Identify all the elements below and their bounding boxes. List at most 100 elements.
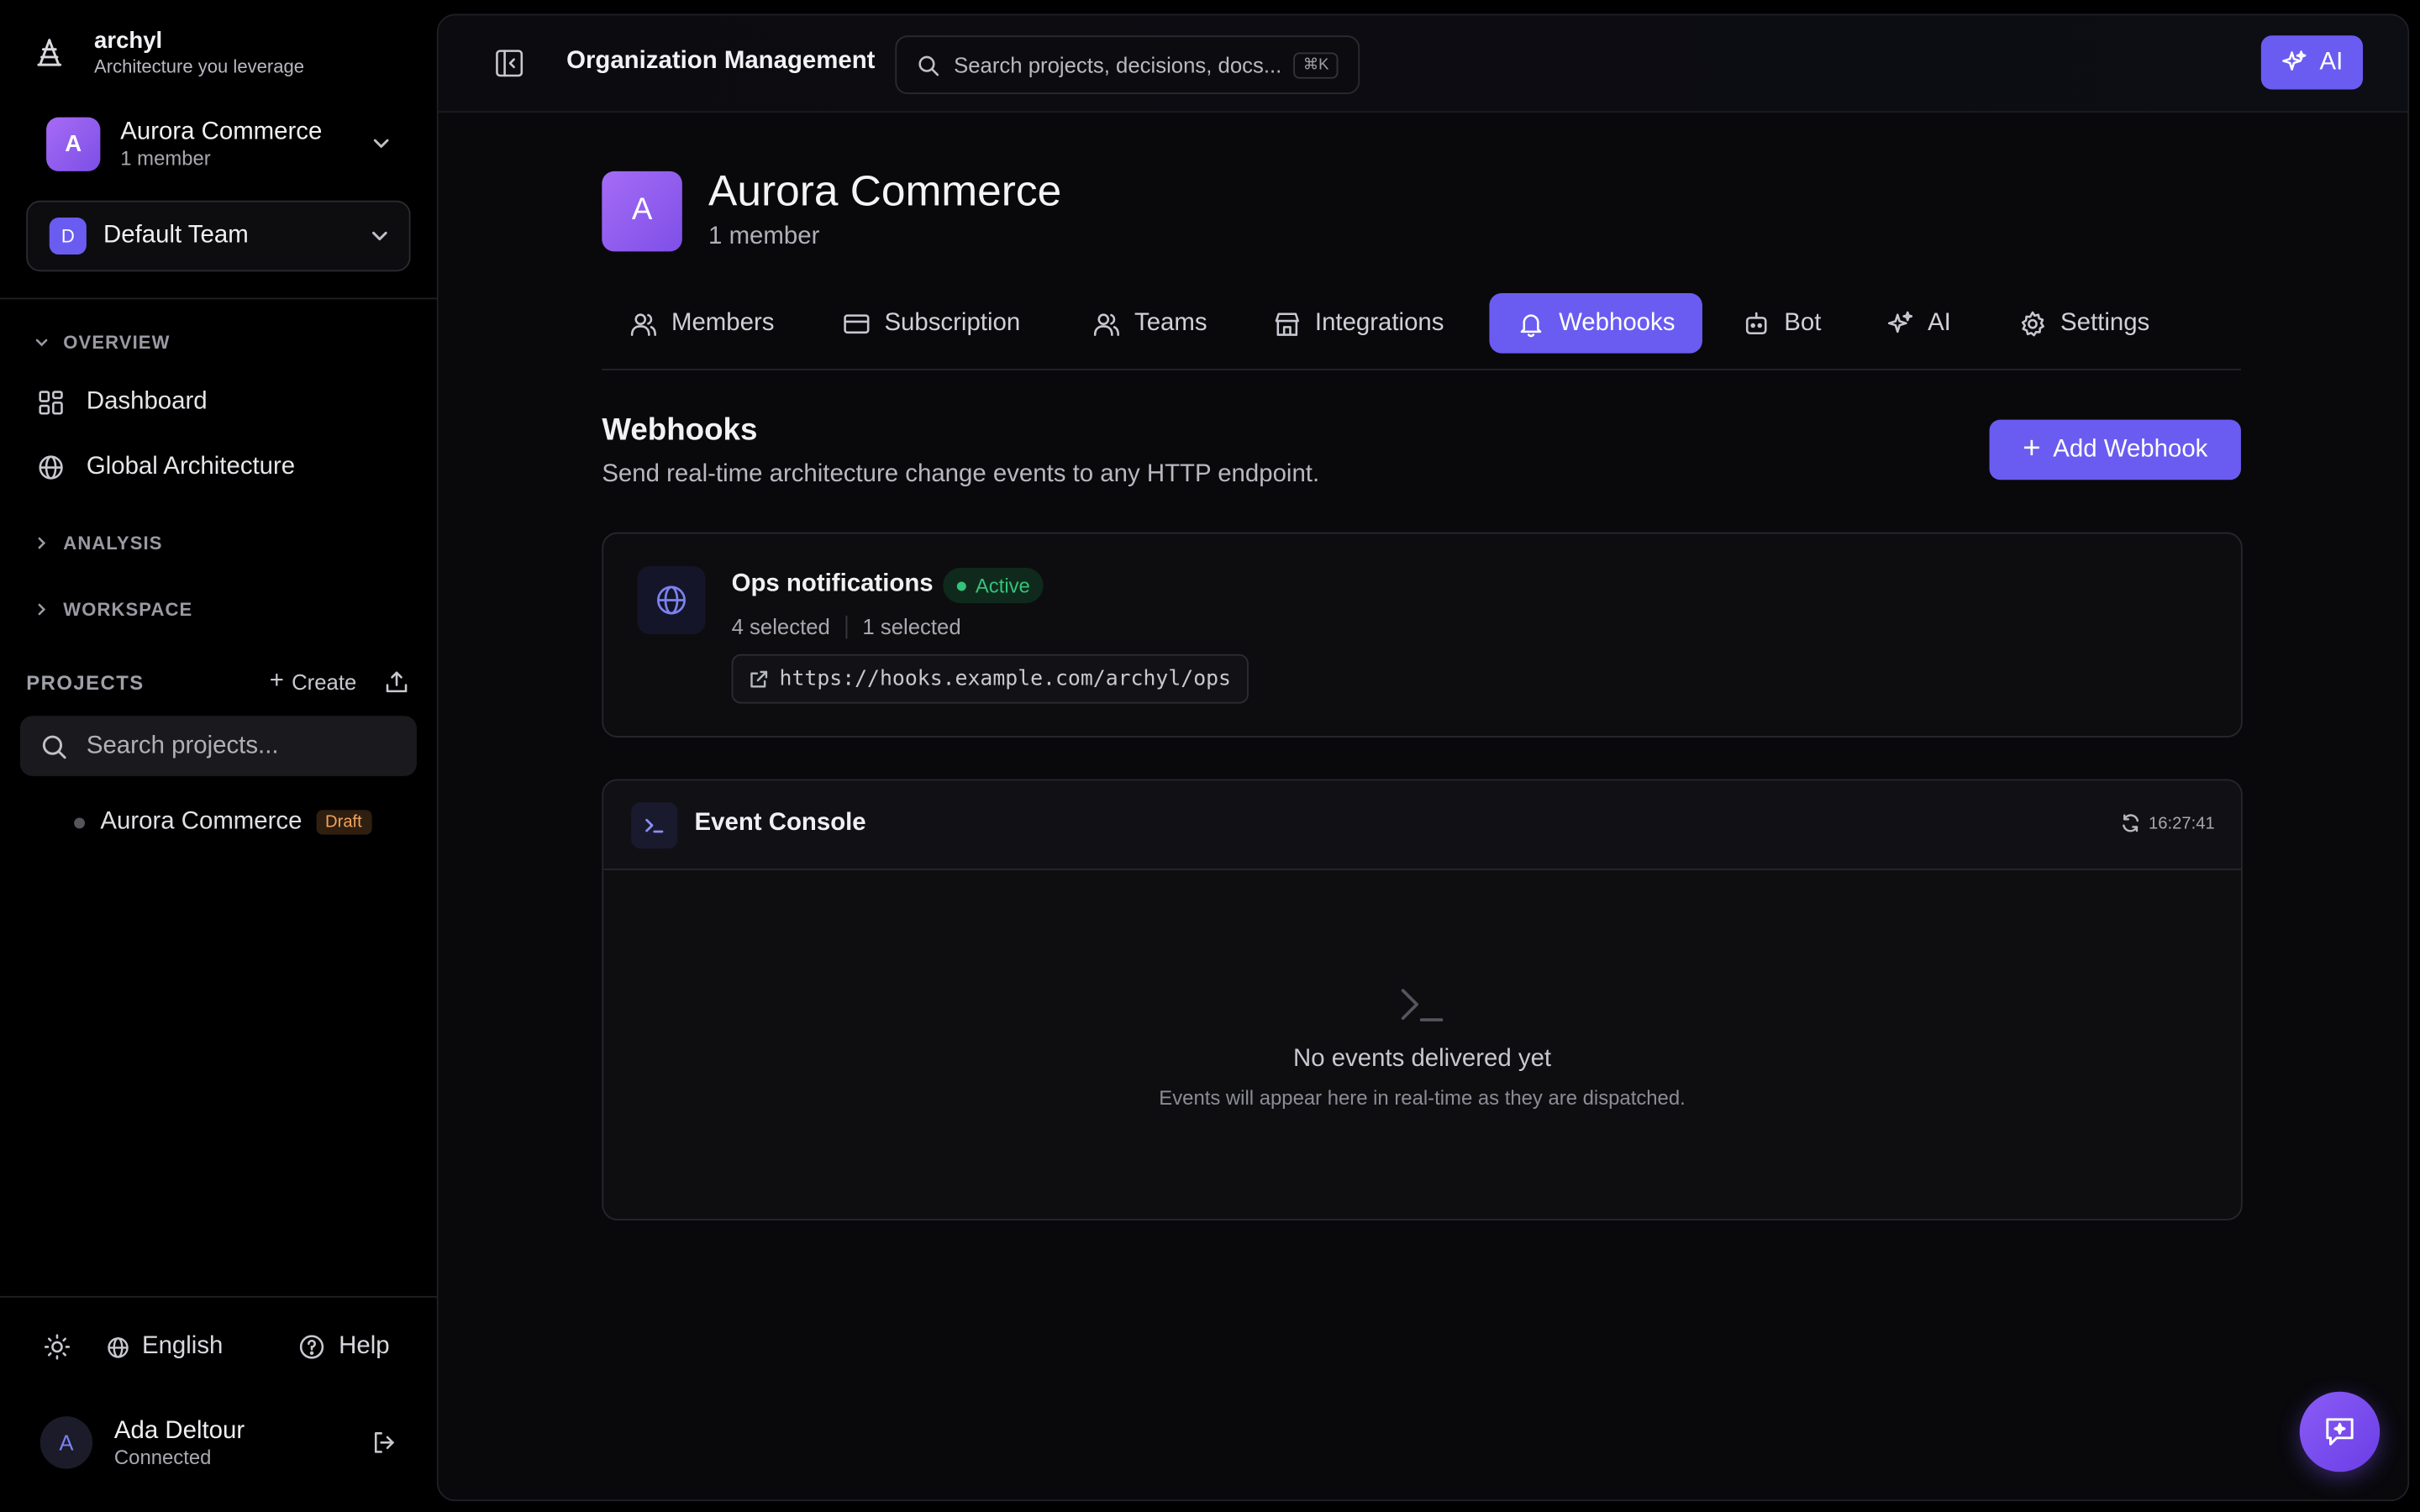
section-workspace[interactable]: WORKSPACE bbox=[34, 599, 192, 620]
tab-webhooks[interactable]: Webhooks bbox=[1489, 292, 1703, 354]
search-icon bbox=[42, 734, 66, 759]
webhook-icon-box bbox=[637, 566, 706, 634]
project-search[interactable] bbox=[19, 716, 417, 776]
webhook-url[interactable]: https://hooks.example.com/archyl/ops bbox=[731, 654, 1249, 704]
global-search-placeholder: Search projects, decisions, docs... bbox=[954, 52, 1282, 77]
shortcut-badge: ⌘K bbox=[1293, 51, 1339, 78]
sparkles-icon bbox=[2282, 50, 2307, 71]
tab-label: Bot bbox=[1784, 309, 1822, 336]
section-analysis-label: ANALYSIS bbox=[63, 532, 163, 554]
chevron-down-icon bbox=[372, 231, 387, 241]
user-status: Connected bbox=[113, 1445, 212, 1468]
gear-icon bbox=[2021, 310, 2044, 336]
empty-state-subtitle: Events will appear here in real-time as … bbox=[1159, 1086, 1686, 1110]
org-header: A Aurora Commerce 1 member bbox=[602, 166, 1062, 253]
tab-bot[interactable]: Bot bbox=[1715, 293, 1849, 354]
status-badge: Active bbox=[943, 567, 1044, 604]
create-project-label: Create bbox=[292, 669, 357, 695]
sidebar-item-global-architecture[interactable]: Global Architecture bbox=[37, 454, 295, 481]
users-icon bbox=[630, 312, 656, 335]
sidebar-divider bbox=[0, 297, 439, 300]
tab-label: Members bbox=[671, 309, 775, 336]
sidebar-toggle-icon[interactable] bbox=[494, 48, 525, 79]
tab-label: Webhooks bbox=[1559, 309, 1676, 336]
tab-integrations[interactable]: Integrations bbox=[1245, 293, 1471, 354]
sidebar-item-label: Global Architecture bbox=[86, 454, 296, 480]
ai-button-label: AI bbox=[2319, 48, 2344, 76]
terminal-icon-box bbox=[631, 802, 678, 849]
tab-teams[interactable]: Teams bbox=[1065, 293, 1234, 354]
tab-settings[interactable]: Settings bbox=[1991, 293, 2177, 354]
project-search-input[interactable] bbox=[83, 730, 398, 762]
tab-subscription[interactable]: Subscription bbox=[815, 293, 1048, 354]
sidebar: archyl Architecture you leverage A Auror… bbox=[0, 0, 439, 1512]
org-name: Aurora Commerce bbox=[120, 118, 323, 144]
status-label: Active bbox=[975, 574, 1030, 597]
meta-divider bbox=[845, 614, 848, 638]
chevron-right-icon bbox=[38, 537, 46, 549]
sidebar-item-label: Dashboard bbox=[86, 388, 208, 416]
event-console: Event Console 16:27:41 No events deliver… bbox=[602, 779, 2243, 1221]
section-title: Webhooks bbox=[602, 413, 758, 448]
tab-label: AI bbox=[1928, 309, 1951, 336]
org-tabs: Members Subscription Teams Integrations … bbox=[602, 292, 2241, 370]
team-selector[interactable]: D Default Team bbox=[26, 200, 411, 272]
organization-switcher[interactable]: A Aurora Commerce 1 member bbox=[28, 105, 411, 182]
help-circle-icon bbox=[300, 1335, 325, 1359]
sidebar-footer-divider bbox=[0, 1295, 439, 1298]
tab-label: Teams bbox=[1134, 309, 1207, 336]
chevron-down-icon bbox=[373, 139, 389, 148]
project-item-aurora-commerce[interactable]: Aurora Commerce Draft bbox=[74, 808, 371, 836]
terminal-icon bbox=[645, 818, 664, 833]
search-icon bbox=[918, 55, 939, 76]
org-avatar: A bbox=[46, 116, 101, 171]
terminal-icon bbox=[1401, 989, 1444, 1021]
tab-ai[interactable]: AI bbox=[1858, 293, 1978, 354]
chevron-down-icon bbox=[35, 339, 48, 347]
sun-icon[interactable] bbox=[43, 1333, 71, 1361]
last-refresh-time: 16:27:41 bbox=[2149, 813, 2215, 832]
section-description: Send real-time architecture change event… bbox=[602, 461, 1320, 488]
refresh-button[interactable]: 16:27:41 bbox=[2121, 813, 2215, 833]
grid-icon bbox=[39, 391, 63, 415]
chat-assistant-button[interactable] bbox=[2299, 1391, 2381, 1473]
store-icon bbox=[1275, 312, 1299, 335]
top-bar: Organization Management Search projects,… bbox=[438, 15, 2408, 113]
brand-name: archyl bbox=[94, 28, 163, 55]
logout-icon[interactable] bbox=[371, 1429, 398, 1457]
brand[interactable]: archyl Architecture you leverage bbox=[34, 28, 304, 79]
webhook-meta: 4 selected 1 selected bbox=[732, 614, 961, 638]
projects-header: PROJECTS + Create bbox=[26, 666, 409, 697]
events-selected: 4 selected bbox=[731, 614, 830, 639]
archyl-logo-icon bbox=[37, 39, 62, 66]
org-title: Aurora Commerce bbox=[708, 166, 1062, 215]
language-selector[interactable]: English bbox=[107, 1333, 224, 1361]
brand-tagline: Architecture you leverage bbox=[94, 55, 304, 77]
credit-card-icon bbox=[844, 313, 870, 333]
chat-sparkle-icon bbox=[2326, 1418, 2354, 1446]
main-panel: Organization Management Search projects,… bbox=[436, 13, 2410, 1502]
user-name: Ada Deltour bbox=[113, 1417, 245, 1444]
project-name: Aurora Commerce bbox=[100, 808, 302, 835]
globe-icon bbox=[39, 455, 63, 480]
upload-icon[interactable] bbox=[384, 669, 408, 694]
tab-members[interactable]: Members bbox=[602, 293, 802, 354]
globe-icon bbox=[656, 585, 686, 615]
global-search[interactable]: Search projects, decisions, docs... ⌘K bbox=[895, 35, 1360, 95]
help-button[interactable]: Help bbox=[298, 1333, 390, 1361]
ai-button[interactable]: AI bbox=[2260, 35, 2364, 90]
event-console-header: Event Console 16:27:41 bbox=[603, 780, 2241, 870]
add-webhook-button[interactable]: + Add Webhook bbox=[1989, 419, 2241, 480]
webhook-url-text: https://hooks.example.com/archyl/ops bbox=[779, 666, 1231, 691]
section-overview-label: OVERVIEW bbox=[63, 331, 171, 354]
sparkles-icon bbox=[1887, 310, 1913, 333]
section-overview[interactable]: OVERVIEW bbox=[34, 332, 170, 354]
user-profile[interactable]: A Ada Deltour Connected bbox=[39, 1412, 411, 1473]
create-project-button[interactable]: + Create bbox=[270, 668, 357, 696]
page-title: Organization Management bbox=[566, 47, 876, 75]
team-icon bbox=[1093, 312, 1120, 335]
webhook-card[interactable]: Ops notifications Active 4 selected 1 se… bbox=[602, 532, 2243, 738]
section-analysis[interactable]: ANALYSIS bbox=[34, 533, 162, 554]
team-name: Default Team bbox=[103, 222, 249, 249]
sidebar-item-dashboard[interactable]: Dashboard bbox=[37, 389, 208, 417]
